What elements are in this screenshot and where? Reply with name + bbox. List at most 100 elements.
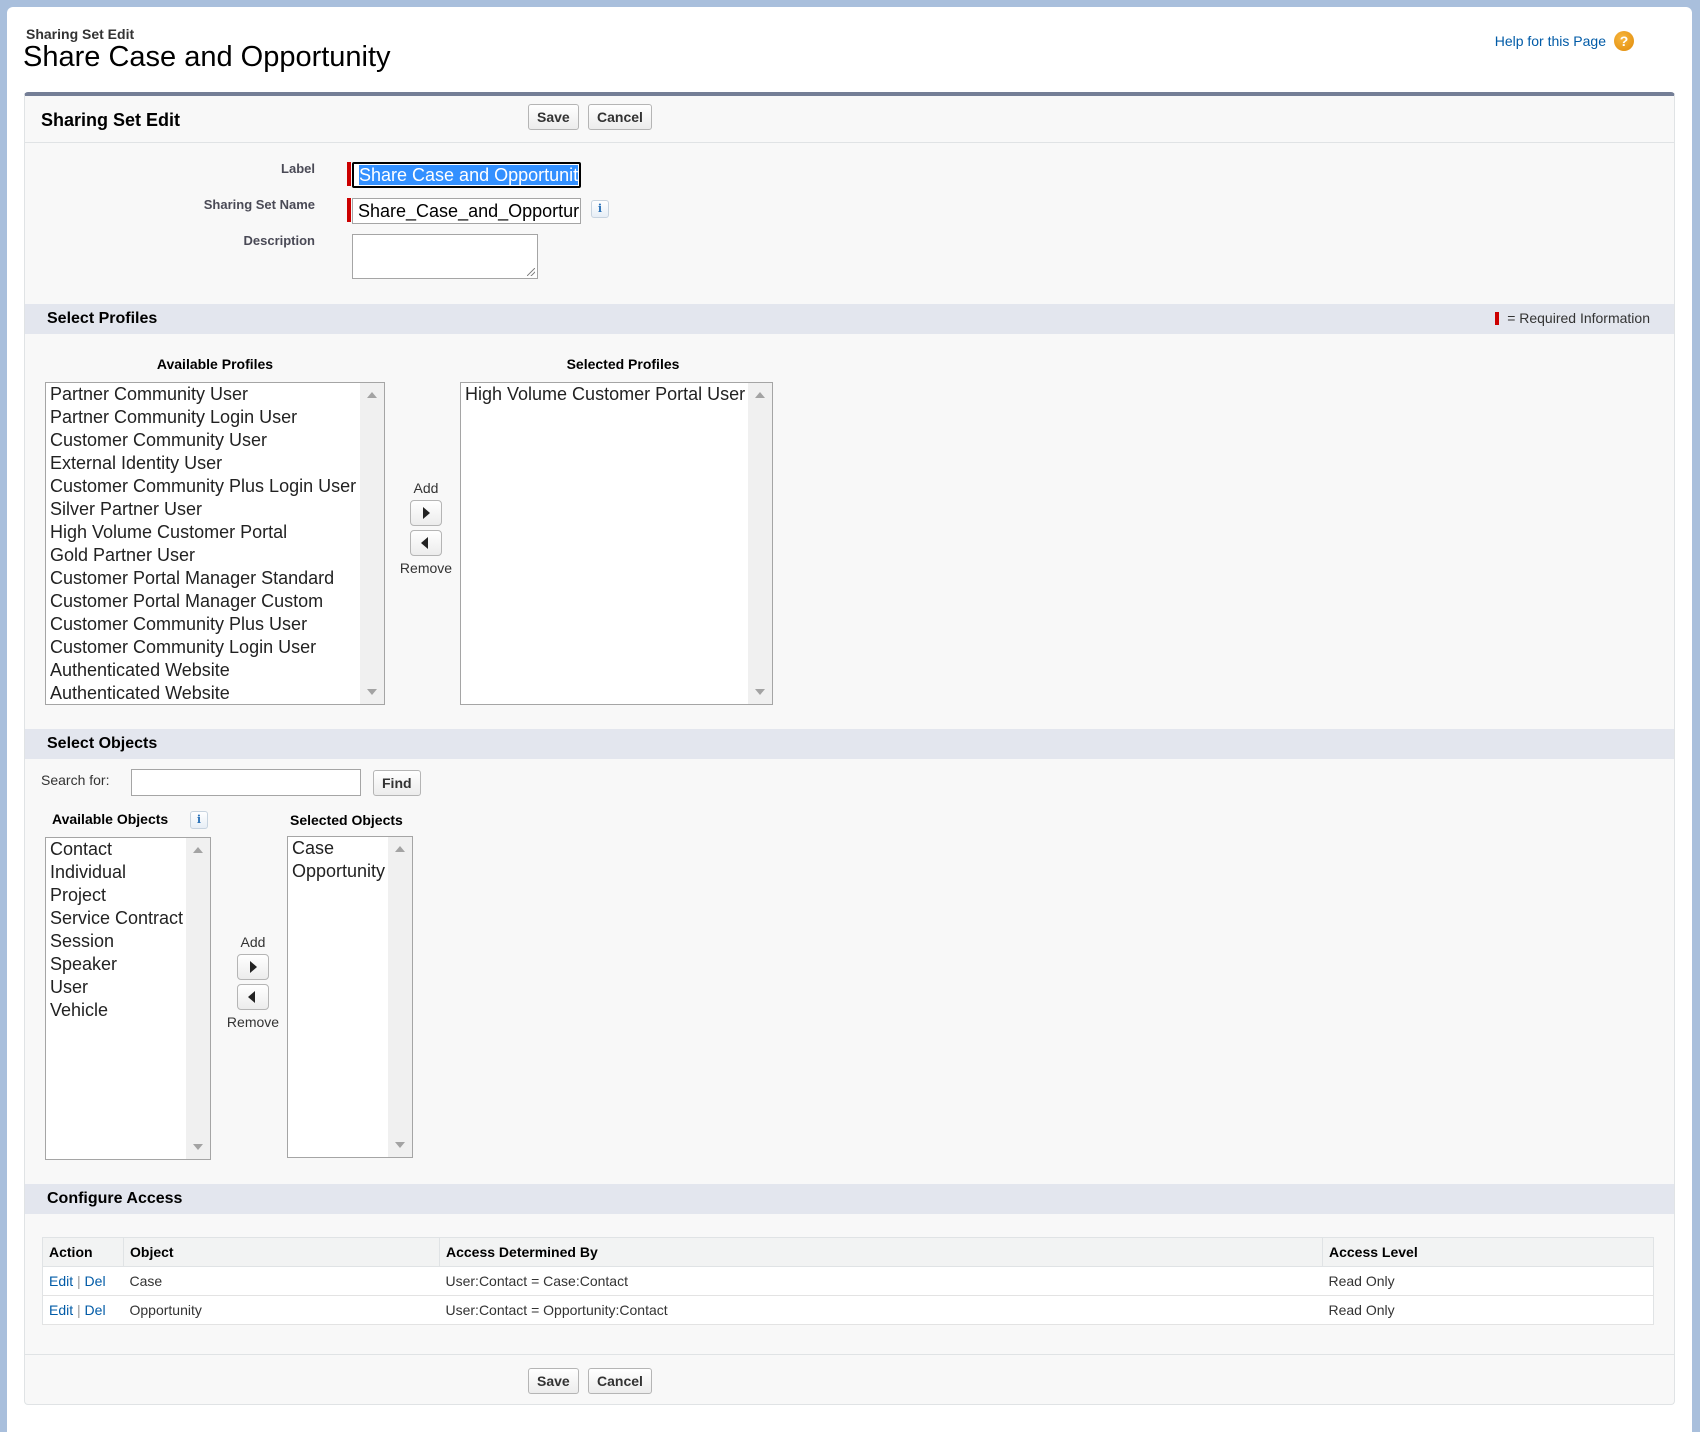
scrollbar[interactable]: [186, 838, 210, 1159]
available-profiles-listbox[interactable]: Partner Community User Partner Community …: [45, 382, 385, 705]
list-option[interactable]: User: [50, 976, 183, 999]
available-objects-listbox[interactable]: Contact Individual Project Service Contract…: [45, 837, 211, 1160]
listbox-items: High Volume Customer Portal User: [465, 383, 745, 406]
question-circle-icon[interactable]: ?: [1614, 31, 1634, 51]
page: Sharing Set Edit Share Case and Opportun…: [7, 7, 1692, 1432]
section-title: Select Objects: [47, 735, 158, 752]
scrollbar[interactable]: [748, 383, 772, 704]
list-option[interactable]: Vehicle: [50, 999, 183, 1022]
scrollbar[interactable]: [388, 837, 412, 1157]
list-option[interactable]: External Identity User: [50, 452, 356, 475]
list-option[interactable]: Silver Partner User: [50, 498, 356, 521]
label-field-label: Label: [281, 161, 315, 176]
list-option[interactable]: Customer Community Login User: [50, 636, 356, 659]
list-option[interactable]: High Volume Customer Portal: [50, 521, 356, 544]
scroll-up-icon[interactable]: [367, 392, 377, 398]
separator: |: [77, 1273, 81, 1289]
list-option[interactable]: Case: [292, 837, 385, 860]
edit-link[interactable]: Edit: [49, 1273, 73, 1289]
scroll-down-icon[interactable]: [395, 1142, 405, 1148]
section-title: Select Profiles: [47, 310, 158, 327]
search-label: Search for:: [41, 772, 110, 788]
cancel-button-bottom[interactable]: Cancel: [588, 1368, 652, 1394]
list-option[interactable]: Customer Portal Manager Standard: [50, 567, 356, 590]
select-profiles-section: Select Profiles = Required Information: [25, 304, 1674, 334]
list-option[interactable]: Partner Community User: [50, 383, 356, 406]
remove-profile-button[interactable]: [410, 530, 442, 556]
list-option[interactable]: High Volume Customer Portal User: [465, 383, 745, 406]
arrow-right-icon: [250, 961, 257, 973]
scroll-up-icon[interactable]: [395, 846, 405, 852]
scroll-up-icon[interactable]: [755, 392, 765, 398]
section-title: Configure Access: [47, 1190, 183, 1207]
description-label: Description: [243, 233, 315, 248]
footer-divider: [25, 1354, 1674, 1355]
available-profiles-label: Available Profiles: [156, 356, 274, 372]
arrow-left-icon: [248, 991, 255, 1003]
table-row: Edit | Del Case User:Contact = Case:Cont…: [42, 1266, 1654, 1296]
object-mover: Add Remove: [223, 934, 283, 1030]
add-object-button[interactable]: [237, 954, 269, 980]
selected-profiles-listbox[interactable]: High Volume Customer Portal User: [460, 382, 773, 705]
determined-by-cell: User:Contact = Case:Contact: [439, 1266, 1323, 1296]
cancel-button-top[interactable]: Cancel: [588, 104, 652, 130]
del-link[interactable]: Del: [85, 1273, 106, 1289]
selected-objects-listbox[interactable]: Case Opportunity: [287, 836, 413, 1158]
sharing-set-name-label: Sharing Set Name: [203, 197, 315, 212]
required-marker: [347, 162, 351, 186]
scrollbar[interactable]: [360, 383, 384, 704]
find-button[interactable]: Find: [373, 770, 421, 796]
list-option[interactable]: Service Contract: [50, 907, 183, 930]
object-cell: Case: [123, 1266, 440, 1296]
list-option[interactable]: Individual: [50, 861, 183, 884]
add-label: Add: [413, 480, 439, 496]
save-button-top[interactable]: Save: [528, 104, 579, 130]
list-option[interactable]: Authenticated Website: [50, 659, 356, 682]
action-cell: Edit | Del: [42, 1295, 124, 1325]
list-option[interactable]: Project: [50, 884, 183, 907]
scroll-up-icon[interactable]: [193, 847, 203, 853]
description-textarea[interactable]: [352, 234, 538, 279]
resize-grip-icon[interactable]: [527, 268, 535, 276]
info-icon[interactable]: i: [190, 811, 208, 829]
list-option[interactable]: Customer Portal Manager Custom: [50, 590, 356, 613]
arrow-right-icon: [423, 507, 430, 519]
info-icon[interactable]: i: [591, 200, 609, 218]
separator: |: [77, 1302, 81, 1318]
edit-link[interactable]: Edit: [49, 1302, 73, 1318]
save-button-bottom[interactable]: Save: [528, 1368, 579, 1394]
help-link[interactable]: Help for this Page: [1495, 33, 1606, 49]
panel-title: Sharing Set Edit: [41, 110, 181, 130]
list-option[interactable]: Gold Partner User: [50, 544, 356, 567]
del-link[interactable]: Del: [85, 1302, 106, 1318]
remove-label: Remove: [226, 1014, 280, 1030]
list-option[interactable]: Partner Community Login User: [50, 406, 356, 429]
add-profile-button[interactable]: [410, 500, 442, 526]
column-header-access-determined-by: Access Determined By: [439, 1237, 1323, 1267]
object-search-input[interactable]: [131, 769, 361, 796]
column-header-object: Object: [123, 1237, 440, 1267]
list-option[interactable]: Speaker: [50, 953, 183, 976]
list-option[interactable]: Customer Community Plus User: [50, 613, 356, 636]
label-input[interactable]: Share Case and Opportunit: [352, 162, 581, 188]
list-option[interactable]: Authenticated Website: [50, 682, 356, 704]
page-pretitle: Sharing Set Edit: [26, 26, 135, 42]
list-option[interactable]: Contact: [50, 838, 183, 861]
access-level-cell: Read Only: [1322, 1295, 1654, 1325]
access-table: Action Object Access Determined By Acces…: [42, 1237, 1654, 1325]
list-option[interactable]: Opportunity: [292, 860, 385, 883]
scroll-down-icon[interactable]: [193, 1144, 203, 1150]
scroll-down-icon[interactable]: [755, 689, 765, 695]
listbox-items: Contact Individual Project Service Contract…: [50, 838, 183, 1022]
table-row: Edit | Del Opportunity User:Contact = Op…: [42, 1295, 1654, 1325]
list-option[interactable]: Session: [50, 930, 183, 953]
list-option[interactable]: Customer Community Plus Login User: [50, 475, 356, 498]
remove-object-button[interactable]: [237, 984, 269, 1010]
column-header-access-level: Access Level: [1322, 1237, 1654, 1267]
add-label: Add: [240, 934, 266, 950]
listbox-items: Partner Community User Partner Community …: [50, 383, 356, 704]
table-header-row: Action Object Access Determined By Acces…: [42, 1237, 1654, 1267]
list-option[interactable]: Customer Community User: [50, 429, 356, 452]
sharing-set-name-input[interactable]: Share_Case_and_Opportur: [352, 198, 581, 224]
scroll-down-icon[interactable]: [367, 689, 377, 695]
